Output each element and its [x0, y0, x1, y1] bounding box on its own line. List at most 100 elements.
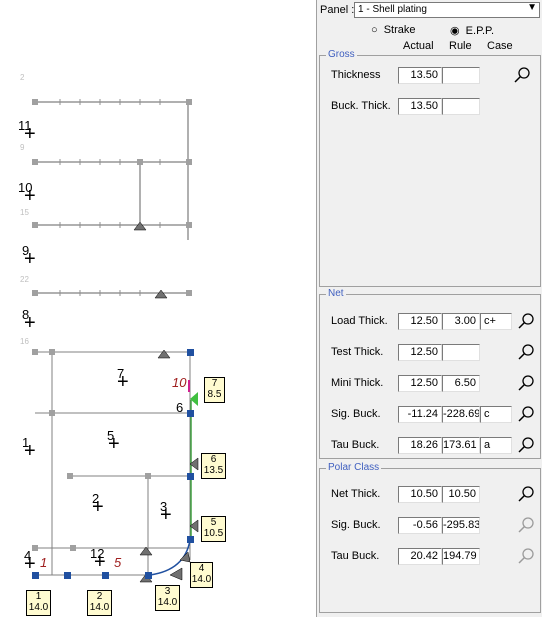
property-panel: Panel : 1 - Shell plating ▼ ○ Strake ◉ E… — [316, 0, 542, 617]
search-icon[interactable] — [515, 342, 537, 362]
crosshair-icon: + — [24, 553, 36, 575]
search-icon[interactable] — [515, 373, 537, 393]
net-mini-rule[interactable]: 6.50 — [442, 375, 480, 392]
panel-select-label: Panel : — [320, 4, 355, 16]
search-icon[interactable] — [515, 311, 537, 331]
node[interactable] — [67, 473, 73, 479]
svg-text:22: 22 — [20, 275, 29, 284]
node[interactable] — [102, 572, 109, 579]
search-icon[interactable] — [515, 484, 537, 504]
node[interactable] — [145, 473, 151, 479]
search-icon[interactable] — [515, 435, 537, 455]
col-rule: Rule — [449, 40, 472, 52]
node[interactable] — [187, 349, 194, 356]
crosshair-icon: + — [160, 504, 172, 526]
thickness-tag[interactable]: 4 14.0 — [190, 562, 213, 588]
radio-epp[interactable]: ◉ E.P.P. — [450, 24, 530, 38]
crosshair-icon: + — [108, 433, 120, 455]
net-tau-actual[interactable]: 18.26 — [398, 437, 442, 454]
node[interactable] — [145, 572, 152, 579]
crosshair-icon: + — [24, 185, 36, 207]
net-load-case[interactable]: c+ — [480, 313, 512, 330]
node[interactable] — [32, 222, 38, 228]
search-icon — [515, 515, 537, 535]
node[interactable] — [187, 410, 194, 417]
net-load-actual[interactable]: 12.50 — [398, 313, 442, 330]
drawing-canvas[interactable]: 2 9 15 22 16 11 + 10 + 9 + 8 + 1 + 4 + 7… — [0, 0, 315, 617]
svg-text:2: 2 — [20, 73, 25, 82]
panel-select[interactable]: 1 - Shell plating ▼ — [354, 2, 540, 18]
node[interactable] — [186, 222, 192, 228]
crosshair-icon: + — [92, 496, 104, 518]
gross-thickness-actual[interactable]: 13.50 — [398, 67, 442, 84]
node[interactable] — [186, 290, 192, 296]
crosshair-icon: + — [24, 440, 36, 462]
row-label: Tau Buck. — [331, 439, 380, 451]
net-sig-rule[interactable]: -228.69 — [442, 406, 480, 423]
row-label: Mini Thick. — [331, 377, 384, 389]
thickness-tag[interactable]: 7 8.5 — [204, 377, 225, 403]
node[interactable] — [186, 99, 192, 105]
panel-label: 6 — [176, 400, 184, 415]
polar-tau-rule[interactable]: 194.79 — [442, 548, 480, 565]
crosshair-icon: + — [94, 551, 106, 573]
net-test-rule[interactable] — [442, 344, 480, 361]
polar-net-actual[interactable]: 10.50 — [398, 486, 442, 503]
net-load-rule[interactable]: 3.00 — [442, 313, 480, 330]
net-sig-case[interactable]: c — [480, 406, 512, 423]
row-label: Tau Buck. — [331, 550, 380, 562]
col-case: Case — [487, 40, 513, 52]
node[interactable] — [137, 159, 143, 165]
polar-tau-actual[interactable]: 20.42 — [398, 548, 442, 565]
polar-net-rule[interactable]: 10.50 — [442, 486, 480, 503]
thickness-tag[interactable]: 3 14.0 — [155, 585, 180, 611]
node[interactable] — [64, 572, 71, 579]
gross-buck-rule[interactable] — [442, 98, 480, 115]
radio-on-icon: ◉ — [450, 25, 460, 37]
group-title: Polar Class — [326, 462, 382, 473]
search-icon — [515, 546, 537, 566]
net-tau-rule[interactable]: 173.61 — [442, 437, 480, 454]
thickness-tag[interactable]: 5 10.5 — [201, 516, 226, 542]
node[interactable] — [187, 473, 194, 480]
node[interactable] — [32, 159, 38, 165]
node[interactable] — [32, 99, 38, 105]
node[interactable] — [32, 349, 38, 355]
row-label: Sig. Buck. — [331, 519, 381, 531]
row-label: Load Thick. — [331, 315, 388, 327]
chevron-down-icon: ▼ — [527, 2, 537, 13]
col-actual: Actual — [403, 40, 434, 52]
node[interactable] — [49, 349, 55, 355]
crosshair-icon: + — [24, 123, 36, 145]
thickness-tag[interactable]: 1 14.0 — [26, 590, 51, 616]
structure-drawing: 2915 2216 — [20, 73, 199, 583]
row-label: Thickness — [331, 69, 381, 81]
thickness-tag[interactable]: 2 14.0 — [87, 590, 112, 616]
row-label: Net Thick. — [331, 488, 381, 500]
net-test-actual[interactable]: 12.50 — [398, 344, 442, 361]
row-label: Test Thick. — [331, 346, 384, 358]
polar-sig-actual[interactable]: -0.56 — [398, 517, 442, 534]
group-title: Gross — [326, 49, 357, 60]
node[interactable] — [32, 545, 38, 551]
net-sig-actual[interactable]: -11.24 — [398, 406, 442, 423]
panel-id-label: 10 — [172, 375, 187, 390]
search-icon[interactable] — [515, 404, 537, 424]
group-title: Net — [326, 288, 346, 299]
node[interactable] — [32, 290, 38, 296]
polar-sig-rule[interactable]: -295.83 — [442, 517, 480, 534]
search-icon[interactable] — [511, 65, 533, 85]
net-tau-case[interactable]: a — [480, 437, 512, 454]
svg-text:16: 16 — [20, 337, 29, 346]
net-mini-actual[interactable]: 12.50 — [398, 375, 442, 392]
gross-thickness-rule[interactable] — [442, 67, 480, 84]
node[interactable] — [70, 545, 76, 551]
radio-off-icon: ○ — [371, 24, 378, 36]
row-label: Sig. Buck. — [331, 408, 381, 420]
node[interactable] — [49, 410, 55, 416]
node[interactable] — [186, 159, 192, 165]
node[interactable] — [187, 536, 194, 543]
thickness-tag[interactable]: 6 13.5 — [201, 453, 226, 479]
svg-text:15: 15 — [20, 208, 29, 217]
gross-buck-actual[interactable]: 13.50 — [398, 98, 442, 115]
